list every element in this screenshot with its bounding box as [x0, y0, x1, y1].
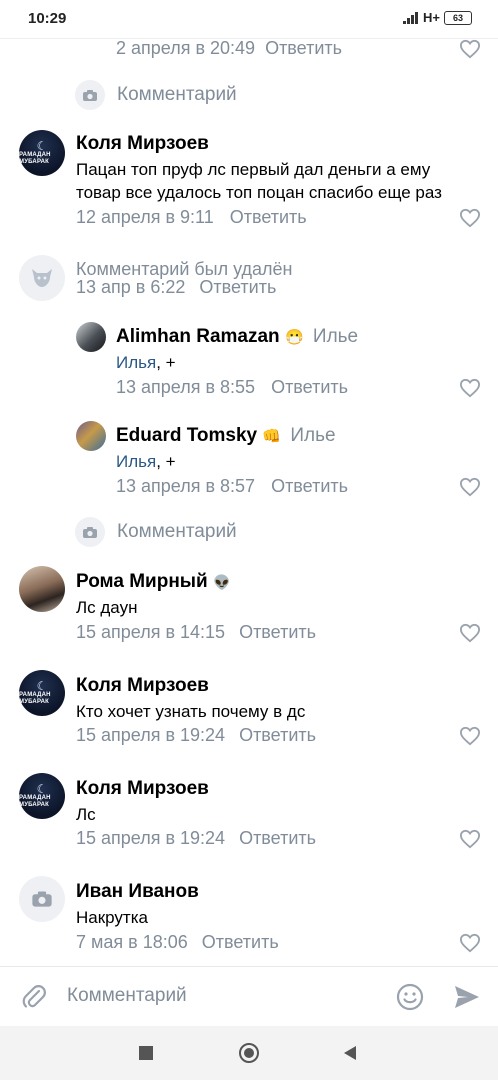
comment-date: 15 апреля в 14:15 — [76, 622, 226, 642]
comment-meta: 12 апреля в 9:11 Ответить — [76, 207, 307, 228]
send-icon[interactable] — [453, 984, 481, 1010]
comment-text: Лс — [76, 805, 96, 824]
avatar[interactable]: ☾ РАМАДАН МУБАРАК — [19, 130, 65, 176]
avatar[interactable]: ☾ РАМАДАН МУБАРАК — [19, 773, 65, 819]
reply-text: Илья, + — [116, 450, 176, 473]
comment-date: 13 апреля в 8:57 — [116, 476, 256, 496]
heart-icon[interactable] — [459, 477, 481, 497]
reply-button[interactable]: Ответить — [230, 207, 307, 227]
comment-meta: 13 апреля в 8:55 Ответить — [116, 377, 348, 398]
comment-date: 12 апреля в 9:11 — [76, 207, 214, 227]
avatar-caption: РАМАДАН МУБАРАК — [19, 692, 51, 705]
comment-text: Кто хочет узнать почему в дс — [76, 702, 306, 721]
avatar[interactable] — [19, 566, 65, 612]
comment-date: 15 апреля в 19:24 — [76, 725, 226, 745]
comment-date: 2 апреля в 20:49 — [116, 38, 256, 58]
author-name: Alimhan Ramazan — [116, 326, 280, 347]
comment-meta: 2 апреля в 20:49 Ответить — [116, 38, 342, 59]
reply-to: Илье — [312, 326, 359, 347]
comment-meta: 15 апреля в 19:24 Ответить — [76, 828, 316, 849]
reply-author[interactable]: Alimhan Ramazan 😷 Илье — [116, 326, 358, 348]
comment-meta: 13 апреля в 8:57 Ответить — [116, 476, 348, 497]
android-nav-bar — [0, 1026, 498, 1080]
avatar-caption: РАМАДАН МУБАРАК — [19, 795, 51, 808]
comment-author[interactable]: Коля Мирзоев — [76, 675, 209, 697]
comment-text-line: Пацан топ пруф лс первый дал деньги а ем… — [76, 160, 431, 179]
reply-text-content: , + — [156, 353, 176, 372]
reply-button[interactable]: Ответить — [271, 476, 348, 496]
moon-icon: ☾ — [36, 139, 48, 153]
battery-icon: 63 — [444, 10, 472, 25]
heart-icon[interactable] — [459, 726, 481, 746]
reply-comment-field[interactable]: Комментарий — [75, 517, 237, 547]
comment-meta: 15 апреля в 14:15 Ответить — [76, 622, 316, 643]
avatar[interactable]: ☾ РАМАДАН МУБАРАК — [19, 670, 65, 716]
comment-date: 13 апреля в 8:55 — [116, 377, 256, 397]
reply-author[interactable]: Eduard Tomsky 👊 Илье — [116, 425, 336, 447]
smiley-icon[interactable] — [396, 983, 424, 1011]
comment-meta: 7 мая в 18:06 Ответить — [76, 932, 279, 953]
comment-text: Накрутка — [76, 908, 148, 927]
reply-button[interactable]: Ответить — [239, 622, 316, 642]
mask-emoji-icon: 😷 — [284, 329, 304, 346]
avatar[interactable] — [76, 322, 106, 352]
reply-placeholder: Комментарий — [117, 84, 237, 105]
comment-date: 13 апр в 6:22 — [76, 277, 186, 297]
avatar[interactable] — [76, 421, 106, 451]
mention-link[interactable]: Илья — [116, 452, 156, 471]
avatar-caption: РАМАДАН МУБАРАК — [19, 152, 51, 165]
heart-icon[interactable] — [459, 933, 481, 953]
heart-icon[interactable] — [459, 623, 481, 643]
comment-meta: 15 апреля в 19:24 Ответить — [76, 725, 316, 746]
reply-button[interactable]: Ответить — [202, 932, 279, 952]
comment-text: Лс даун — [76, 598, 138, 617]
camera-icon — [75, 80, 105, 110]
comment-date: 7 мая в 18:06 — [76, 932, 188, 952]
comment-text-line: товар все удалось топ поцан спасибо еще … — [76, 183, 442, 202]
alien-emoji-icon: 👽 — [212, 574, 231, 590]
reply-button[interactable]: Ответить — [265, 38, 342, 58]
status-indicators: H+ 63 — [403, 10, 472, 25]
reply-placeholder: Комментарий — [117, 521, 237, 542]
reply-comment-field[interactable]: Комментарий — [75, 80, 237, 110]
comment-author[interactable]: Рома Мирный 👽 — [76, 571, 230, 593]
comment-input[interactable]: Комментарий — [67, 985, 187, 1007]
reply-text: Илья, + — [116, 351, 176, 374]
comment-meta: 13 апр в 6:22 Ответить — [76, 277, 276, 298]
heart-icon[interactable] — [459, 208, 481, 228]
comment-date: 15 апреля в 19:24 — [76, 828, 226, 848]
heart-icon[interactable] — [459, 829, 481, 849]
camera-icon — [75, 517, 105, 547]
reply-button[interactable]: Ответить — [239, 725, 316, 745]
triangle-back-icon[interactable] — [342, 1045, 358, 1061]
reply-button[interactable]: Ответить — [239, 828, 316, 848]
comment-author[interactable]: Коля Мирзоев — [76, 778, 209, 800]
comment-input-bar: Комментарий — [0, 966, 498, 1027]
square-recent-icon[interactable] — [139, 1046, 153, 1060]
comment-author[interactable]: Иван Иванов — [76, 881, 199, 903]
mention-link[interactable]: Илья — [116, 353, 156, 372]
status-time: 10:29 — [28, 10, 67, 27]
vk-dog-icon — [19, 255, 65, 301]
paperclip-icon[interactable] — [20, 983, 48, 1011]
author-name: Eduard Tomsky — [116, 425, 258, 446]
status-bar: 10:29 H+ 63 — [0, 0, 498, 38]
reply-button[interactable]: Ответить — [271, 377, 348, 397]
camera-icon[interactable] — [19, 876, 65, 922]
reply-to: Илье — [290, 425, 336, 446]
reply-button[interactable]: Ответить — [199, 277, 276, 297]
fist-emoji-icon: 👊 — [262, 428, 282, 445]
network-type: H+ — [423, 10, 440, 25]
signal-icon — [403, 11, 419, 24]
comment-author[interactable]: Коля Мирзоев — [76, 133, 209, 155]
heart-icon[interactable] — [459, 378, 481, 398]
moon-icon: ☾ — [36, 679, 48, 693]
reply-text-content: , + — [156, 452, 176, 471]
moon-icon: ☾ — [36, 782, 48, 796]
author-name: Рома Мирный — [76, 571, 208, 592]
circle-home-icon[interactable] — [239, 1043, 259, 1063]
heart-icon[interactable] — [459, 39, 481, 59]
